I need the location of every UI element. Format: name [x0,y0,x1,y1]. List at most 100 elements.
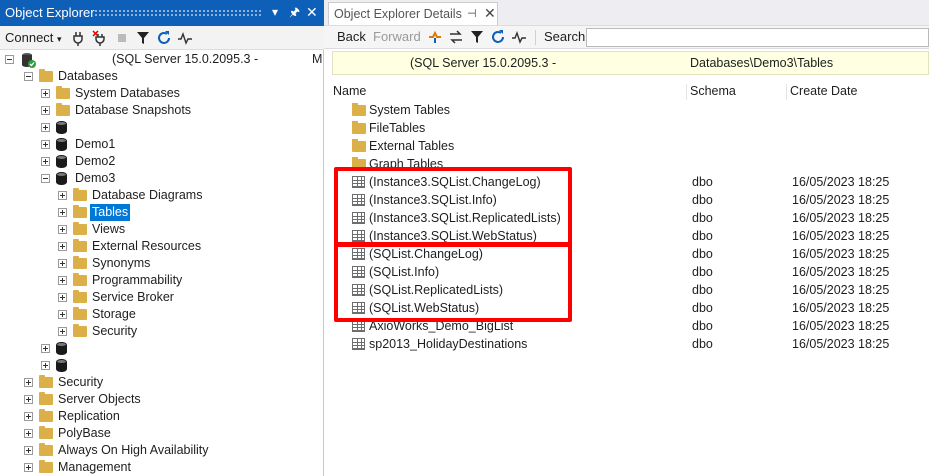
expand-icon[interactable] [58,259,67,268]
tree-server-node[interactable]: (SQL Server 15.0.2095.3 - M [0,51,324,68]
highlight-box-sqlist [334,243,572,322]
expand-icon[interactable] [24,463,33,472]
table-row[interactable]: External Tables [324,137,929,155]
pin-icon[interactable]: ⊣ [467,7,477,20]
disconnect-icon[interactable] [92,30,108,46]
expand-icon[interactable] [24,378,33,387]
activity-monitor-icon[interactable] [511,29,527,45]
search-input[interactable] [586,28,929,47]
swap-icon[interactable] [448,29,464,45]
sync-icon[interactable] [427,29,443,45]
tree-node-database-snapshots[interactable]: Database Snapshots [0,102,324,119]
tree-node-label: Server Objects [58,392,141,406]
tree-node-system-databases[interactable]: System Databases [0,85,324,102]
expand-icon[interactable] [24,446,33,455]
activity-monitor-icon[interactable] [177,30,193,46]
table-row[interactable]: System Tables [324,101,929,119]
column-header-name[interactable]: Name [333,84,366,98]
close-tab-icon[interactable]: ✕ [484,5,496,22]
tree-node-server-objects[interactable]: Server Objects [0,391,324,408]
database-icon [56,359,67,372]
tree-node-external-resources[interactable]: External Resources [0,238,324,255]
tab-label: Object Explorer Details [334,7,462,21]
expand-icon[interactable] [41,123,50,132]
tree-node-synonyms[interactable]: Synonyms [0,255,324,272]
expand-icon[interactable] [58,225,67,234]
folder-icon [73,188,87,201]
expand-icon[interactable] [24,429,33,438]
expand-icon[interactable] [41,157,50,166]
connect-plug-icon[interactable] [70,30,86,46]
tree-node-demo2[interactable]: Demo2 [0,153,324,170]
close-icon[interactable]: ✕ [306,3,318,21]
tree-node-tables[interactable]: Tables [0,204,324,221]
expand-icon[interactable] [24,412,33,421]
row-name: sp2013_HolidayDestinations [369,337,528,351]
refresh-icon[interactable] [490,29,506,45]
pin-icon[interactable]: 🖈 [289,3,300,21]
expand-icon[interactable] [41,344,50,353]
column-divider[interactable] [686,84,687,100]
expand-icon[interactable] [41,106,50,115]
expand-icon[interactable] [58,242,67,251]
table-row[interactable]: FileTables [324,119,929,137]
server-icon [22,53,36,68]
tree-node-security[interactable]: Security [0,323,324,340]
tree-node-label: Synonyms [92,256,151,270]
tree-node-security[interactable]: Security [0,374,324,391]
collapse-icon[interactable] [24,72,33,81]
tree-node-storage[interactable]: Storage [0,306,324,323]
tree-node-label: External Resources [92,239,202,253]
tree-node-unnamed[interactable] [0,119,324,136]
row-create-date: 16/05/2023 18:25 [792,229,890,243]
row-create-date: 16/05/2023 18:25 [792,265,890,279]
expand-icon[interactable] [58,191,67,200]
folder-icon [73,256,87,269]
expand-icon[interactable] [58,310,67,319]
row-create-date: 16/05/2023 18:25 [792,247,890,261]
tree-node-service-broker[interactable]: Service Broker [0,289,324,306]
connect-button[interactable]: Connect ▾ [5,29,62,47]
back-button[interactable]: Back [337,28,366,46]
tree-node-databases[interactable]: Databases [0,68,324,85]
tree-node-programmability[interactable]: Programmability [0,272,324,289]
expand-icon[interactable] [58,208,67,217]
tab-object-explorer-details[interactable]: Object Explorer Details ⊣ ✕ [328,2,498,25]
collapse-icon[interactable] [5,55,14,64]
tree-node-label: Always On High Availability [58,443,209,457]
collapse-icon[interactable] [41,174,50,183]
titlebar-grip[interactable] [94,9,262,17]
expand-icon[interactable] [41,361,50,370]
stop-icon[interactable] [114,30,130,46]
row-create-date: 16/05/2023 18:25 [792,193,890,207]
folder-icon [39,69,53,82]
tree-node-management[interactable]: Management [0,459,324,476]
filter-icon[interactable] [135,30,151,46]
dropdown-arrow-icon[interactable]: ▾ [272,3,278,21]
expand-icon[interactable] [58,276,67,285]
expand-icon[interactable] [41,140,50,149]
tree-node-demo3[interactable]: Demo3 [0,170,324,187]
column-header-create-date[interactable]: Create Date [790,84,857,98]
tree-node-database-diagrams[interactable]: Database Diagrams [0,187,324,204]
expand-icon[interactable] [58,327,67,336]
refresh-icon[interactable] [156,30,172,46]
folder-icon [73,307,87,320]
table-row[interactable]: sp2013_HolidayDestinations dbo 16/05/2023 … [324,335,929,353]
tree-node-unnamed[interactable] [0,340,324,357]
expand-icon[interactable] [58,293,67,302]
folder-icon [352,121,366,134]
tree-node-demo1[interactable]: Demo1 [0,136,324,153]
filter-icon[interactable] [469,29,485,45]
expand-icon[interactable] [24,395,33,404]
column-header-schema[interactable]: Schema [690,84,736,98]
tree-node-views[interactable]: Views [0,221,324,238]
tree-node-always-on-high-availability[interactable]: Always On High Availability [0,442,324,459]
column-divider[interactable] [786,84,787,100]
tree-node-label: Management [58,460,131,474]
tree-node-polybase[interactable]: PolyBase [0,425,324,442]
tree-node-unnamed[interactable] [0,357,324,374]
tree-node-replication[interactable]: Replication [0,408,324,425]
expand-icon[interactable] [41,89,50,98]
forward-button[interactable]: Forward [373,28,421,46]
